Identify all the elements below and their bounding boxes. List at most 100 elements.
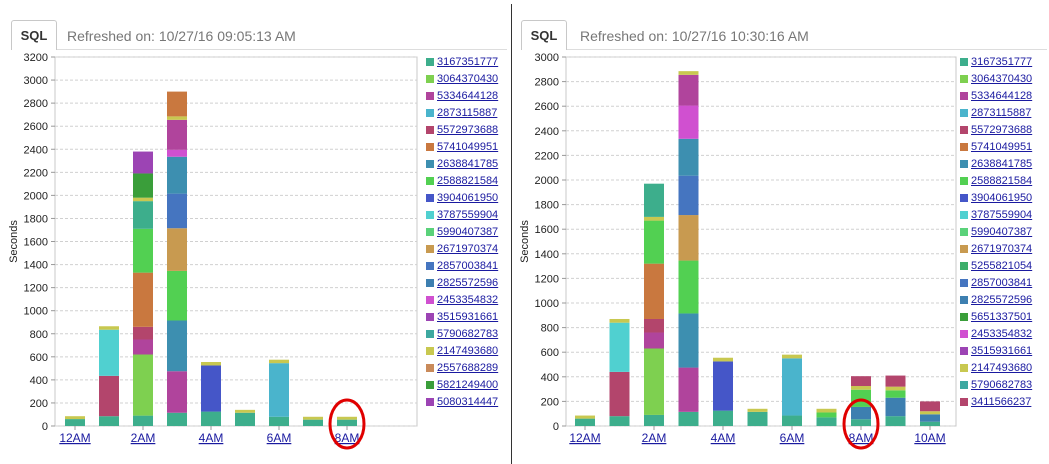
legend-label[interactable]: 2453354832 (971, 327, 1032, 341)
legend-label[interactable]: 2147493680 (437, 344, 498, 358)
legend-label[interactable]: 5741049951 (971, 140, 1032, 154)
legend-label[interactable]: 3411566237 (971, 395, 1031, 409)
legend-label[interactable]: 2588821584 (971, 174, 1032, 188)
legend-swatch (960, 109, 968, 117)
legend-label[interactable]: 5572973688 (971, 123, 1032, 137)
legend-label[interactable]: 5334644128 (971, 89, 1032, 103)
legend-swatch (426, 177, 434, 185)
x-tick-label[interactable]: 12AM (569, 431, 600, 445)
legend-label[interactable]: 5080314447 (437, 395, 498, 409)
y-tick-label: 2600 (24, 121, 48, 133)
bar-segment (167, 371, 187, 413)
x-tick-label[interactable]: 4AM (711, 431, 736, 445)
bar-segment (133, 354, 153, 416)
y-tick-label: 1200 (24, 283, 48, 295)
legend-swatch (426, 126, 434, 134)
x-tick-label[interactable]: 2AM (642, 431, 667, 445)
bar-segment (167, 116, 187, 120)
bar-segment (167, 193, 187, 229)
legend-label[interactable]: 3167351777 (971, 55, 1032, 69)
legend-label[interactable]: 3167351777 (437, 55, 498, 69)
legend-label[interactable]: 2671970374 (971, 242, 1032, 256)
legend-label[interactable]: 5572973688 (437, 123, 498, 137)
bar-segment (133, 415, 153, 426)
legend-label[interactable]: 5790682783 (971, 378, 1032, 392)
bar-segment (644, 183, 664, 217)
legend-label[interactable]: 5821249400 (437, 378, 498, 392)
legend-label[interactable]: 2557688289 (437, 361, 498, 375)
legend-label[interactable]: 3787559904 (437, 208, 498, 222)
legend-swatch (960, 58, 968, 66)
bar-segment (269, 363, 289, 417)
legend-swatch (426, 381, 434, 389)
legend-label[interactable]: 3515931661 (971, 344, 1032, 358)
bar-segment (920, 421, 940, 426)
legend-label[interactable]: 3904061950 (437, 191, 498, 205)
bar-segment (65, 416, 85, 420)
legend-label[interactable]: 2825572596 (437, 276, 498, 290)
y-axis-label: Seconds (8, 220, 20, 263)
legend-label[interactable]: 2638841785 (971, 157, 1032, 171)
x-tick-label[interactable]: 10AM (914, 431, 945, 445)
y-tick-label: 800 (541, 323, 559, 335)
y-tick-label: 3000 (24, 75, 48, 87)
legend-label[interactable]: 2825572596 (971, 293, 1032, 307)
bar-segment (201, 362, 221, 366)
legend-swatch (960, 245, 968, 253)
bar-segment (235, 409, 255, 413)
bar-segment (678, 260, 699, 314)
legend-swatch (426, 313, 434, 321)
bar-segment (644, 263, 664, 319)
legend-label[interactable]: 3064370430 (971, 72, 1032, 86)
legend-label[interactable]: 2638841785 (437, 157, 498, 171)
legend-label[interactable]: 3787559904 (971, 208, 1032, 222)
legend-swatch (960, 364, 968, 372)
legend-swatch (426, 364, 434, 372)
bar-segment (851, 389, 871, 407)
legend-swatch (960, 347, 968, 355)
legend-label[interactable]: 2588821584 (437, 174, 498, 188)
legend-label[interactable]: 3904061950 (971, 191, 1032, 205)
bar-segment (167, 412, 187, 426)
bar-segment (133, 201, 153, 229)
legend-label[interactable]: 5651337501 (971, 310, 1032, 324)
legend-label[interactable]: 2873115887 (971, 106, 1031, 120)
bar-segment (713, 361, 733, 411)
legend-label[interactable]: 2147493680 (971, 361, 1032, 375)
legend-label[interactable]: 5990407387 (971, 225, 1032, 239)
legend-label[interactable]: 2857003841 (971, 276, 1032, 290)
x-tick-label[interactable]: 12AM (59, 431, 90, 445)
bar-segment (575, 415, 595, 419)
bar-segment (644, 332, 664, 349)
legend-label[interactable]: 2453354832 (437, 293, 498, 307)
x-tick-label[interactable]: 2AM (131, 431, 156, 445)
legend-label[interactable]: 5334644128 (437, 89, 498, 103)
bar-segment (133, 197, 153, 202)
legend-label[interactable]: 2671970374 (437, 242, 498, 256)
bar-segment (678, 74, 699, 106)
bar-segment (920, 401, 940, 412)
x-tick-label[interactable]: 4AM (199, 431, 224, 445)
bar-segment (885, 386, 906, 391)
legend-label[interactable]: 5741049951 (437, 140, 498, 154)
y-tick-label: 600 (30, 352, 48, 364)
y-tick-label: 2200 (24, 167, 48, 179)
y-tick-label: 200 (541, 396, 559, 408)
y-tick-label: 1800 (535, 200, 559, 212)
y-tick-label: 2000 (535, 175, 559, 187)
legend-label[interactable]: 5255821054 (971, 259, 1032, 273)
legend-label[interactable]: 2857003841 (437, 259, 498, 273)
legend-label[interactable]: 3515931661 (437, 310, 498, 324)
legend-label[interactable]: 5990407387 (437, 225, 498, 239)
legend-label[interactable]: 5790682783 (437, 327, 498, 341)
x-tick-label[interactable]: 6AM (267, 431, 292, 445)
legend-swatch (426, 194, 434, 202)
bar-segment (678, 367, 699, 412)
legend-swatch (960, 313, 968, 321)
legend-label[interactable]: 3064370430 (437, 72, 498, 86)
legend-label[interactable]: 2873115887 (437, 106, 497, 120)
bar-segment (167, 149, 187, 157)
x-tick-label[interactable]: 6AM (780, 431, 805, 445)
bar-segment (337, 419, 357, 426)
bar-segment (782, 354, 802, 359)
